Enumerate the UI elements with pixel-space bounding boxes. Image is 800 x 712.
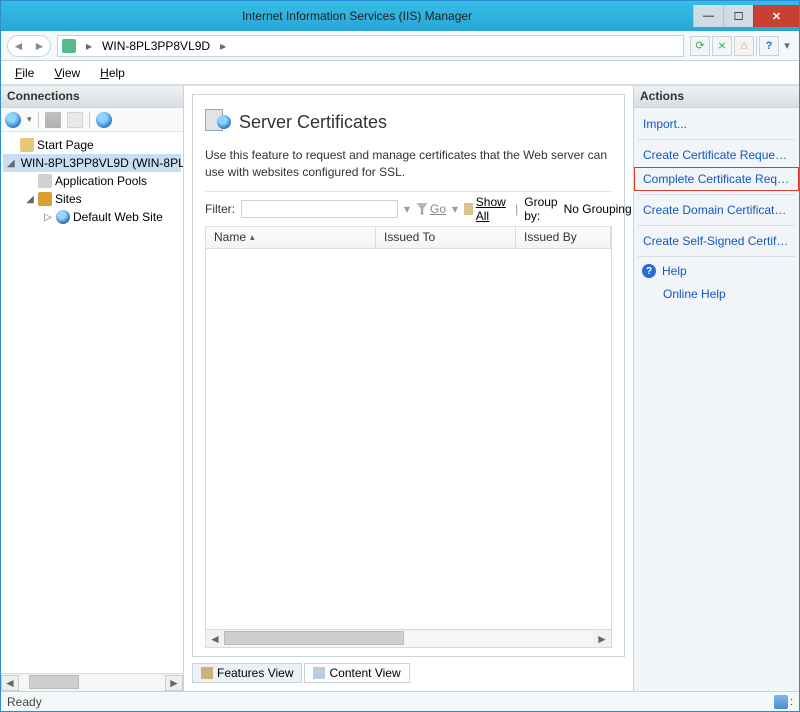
features-view-icon [201,667,213,679]
action-create-self-signed[interactable]: Create Self-Signed Certificate... [634,229,799,253]
action-create-domain[interactable]: Create Domain Certificate... [634,198,799,222]
tree-server-node[interactable]: ◢WIN-8PL3PP8VL9D (WIN-8PL [3,154,181,172]
title-bar: Internet Information Services (IIS) Mana… [1,1,799,31]
app-pools-icon [38,174,52,188]
center-panel: Server Certificates Use this feature to … [184,86,633,691]
feature-description: Use this feature to request and manage c… [205,147,612,181]
window-controls: — ☐ ✕ [693,5,799,27]
menu-view[interactable]: View [46,64,88,82]
server-icon [62,39,76,53]
nav-arrows: ◄ ► [7,35,51,57]
address-tools: ⟳ ⨯ ⌂ ? ▾ [690,36,793,56]
forward-button[interactable]: ► [29,36,50,56]
filter-label: Filter: [205,202,235,216]
connect-dropdown-icon[interactable]: ▾ [27,114,32,125]
show-all-icon [464,203,473,215]
scroll-left-icon[interactable]: ◄ [1,675,19,691]
breadcrumb-field[interactable]: ▸ WIN-8PL3PP8VL9D ▸ [57,35,684,57]
grid-scroll-left-icon[interactable]: ◄ [206,632,224,646]
grid-scroll-thumb[interactable] [224,631,404,645]
connections-tree: Start Page ◢WIN-8PL3PP8VL9D (WIN-8PL App… [1,132,183,673]
action-online-help[interactable]: Online Help [634,282,799,306]
tree-default-site[interactable]: ▷Default Web Site [3,208,181,226]
show-all-button[interactable]: Show All [464,195,509,223]
funnel-icon [416,203,428,215]
sites-icon [38,192,52,206]
refresh-icon[interactable]: ⟳ [690,36,710,56]
close-button[interactable]: ✕ [753,5,799,27]
grid-h-scroll[interactable]: ◄ ► [205,630,612,648]
col-issued-to[interactable]: Issued To [376,227,516,248]
filter-input[interactable] [241,200,398,218]
action-create-request[interactable]: Create Certificate Request... [634,143,799,167]
certificate-icon [205,107,231,137]
col-name[interactable]: Name▴ [206,227,376,248]
chevron-right-icon: ▸ [82,39,96,53]
tab-features-view[interactable]: Features View [192,663,302,683]
maximize-button[interactable]: ☐ [723,5,753,27]
stop-icon[interactable]: ⨯ [712,36,732,56]
grid-header: Name▴ Issued To Issued By [205,227,612,249]
connect-icon[interactable] [5,112,21,128]
start-page-icon [20,138,34,152]
action-complete-request[interactable]: Complete Certificate Request... [634,167,799,191]
doc-icon[interactable] [67,112,83,128]
action-import[interactable]: Import... [634,112,799,136]
actions-title: Actions [634,86,799,108]
breadcrumb-server: WIN-8PL3PP8VL9D [102,39,210,53]
content-view-icon [313,667,325,679]
iis-manager-window: Internet Information Services (IIS) Mana… [0,0,800,712]
window-title: Internet Information Services (IIS) Mana… [21,9,693,23]
go-button[interactable]: Go [416,202,446,216]
feature-card: Server Certificates Use this feature to … [192,94,625,657]
refresh-tree-icon[interactable] [96,112,112,128]
tree-h-scroll[interactable]: ◄ ► [1,673,183,691]
status-config-icon[interactable] [774,695,788,709]
filter-toolbar: Filter: ▾ Go ▾ Show All | Group by: No G… [205,191,612,227]
main-body: Connections ▾ Start Page ◢WIN-8PL3PP8VL9… [1,85,799,691]
actions-panel: Actions Import... Create Certificate Req… [633,86,799,691]
sort-caret-icon: ▴ [250,232,255,243]
view-tabs: Features View Content View [192,663,625,683]
grid-body[interactable] [205,249,612,630]
menu-file[interactable]: File [7,64,42,82]
back-button[interactable]: ◄ [8,36,29,56]
tree-sites[interactable]: ◢Sites [3,190,181,208]
help-icon[interactable]: ? [759,36,779,56]
group-by-select[interactable]: No Grouping [564,202,644,216]
connections-title: Connections [1,86,183,108]
tree-start-page[interactable]: Start Page [3,136,181,154]
home-icon[interactable]: ⌂ [734,36,754,56]
col-issued-by[interactable]: Issued By [516,227,611,248]
help-circle-icon: ? [642,264,656,278]
feature-header: Server Certificates [205,103,612,147]
status-text: Ready [7,695,42,709]
tab-content-view[interactable]: Content View [304,663,409,683]
action-help[interactable]: ?Help [634,260,799,282]
scroll-right-icon[interactable]: ► [165,675,183,691]
connections-toolbar: ▾ [1,108,183,132]
help-dropdown-icon[interactable]: ▾ [781,36,793,56]
connections-panel: Connections ▾ Start Page ◢WIN-8PL3PP8VL9… [1,86,184,691]
group-by-label: Group by: [524,195,557,223]
minimize-button[interactable]: — [693,5,723,27]
save-icon[interactable] [45,112,61,128]
tree-app-pools[interactable]: Application Pools [3,172,181,190]
status-bar: Ready : [1,691,799,711]
feature-title: Server Certificates [239,112,387,133]
site-icon [56,210,70,224]
chevron-right-icon: ▸ [216,39,230,53]
menu-help[interactable]: Help [92,64,133,82]
address-bar: ◄ ► ▸ WIN-8PL3PP8VL9D ▸ ⟳ ⨯ ⌂ ? ▾ [1,31,799,61]
menu-bar: File View Help [1,61,799,85]
grid-scroll-right-icon[interactable]: ► [593,632,611,646]
scroll-thumb[interactable] [29,675,79,689]
